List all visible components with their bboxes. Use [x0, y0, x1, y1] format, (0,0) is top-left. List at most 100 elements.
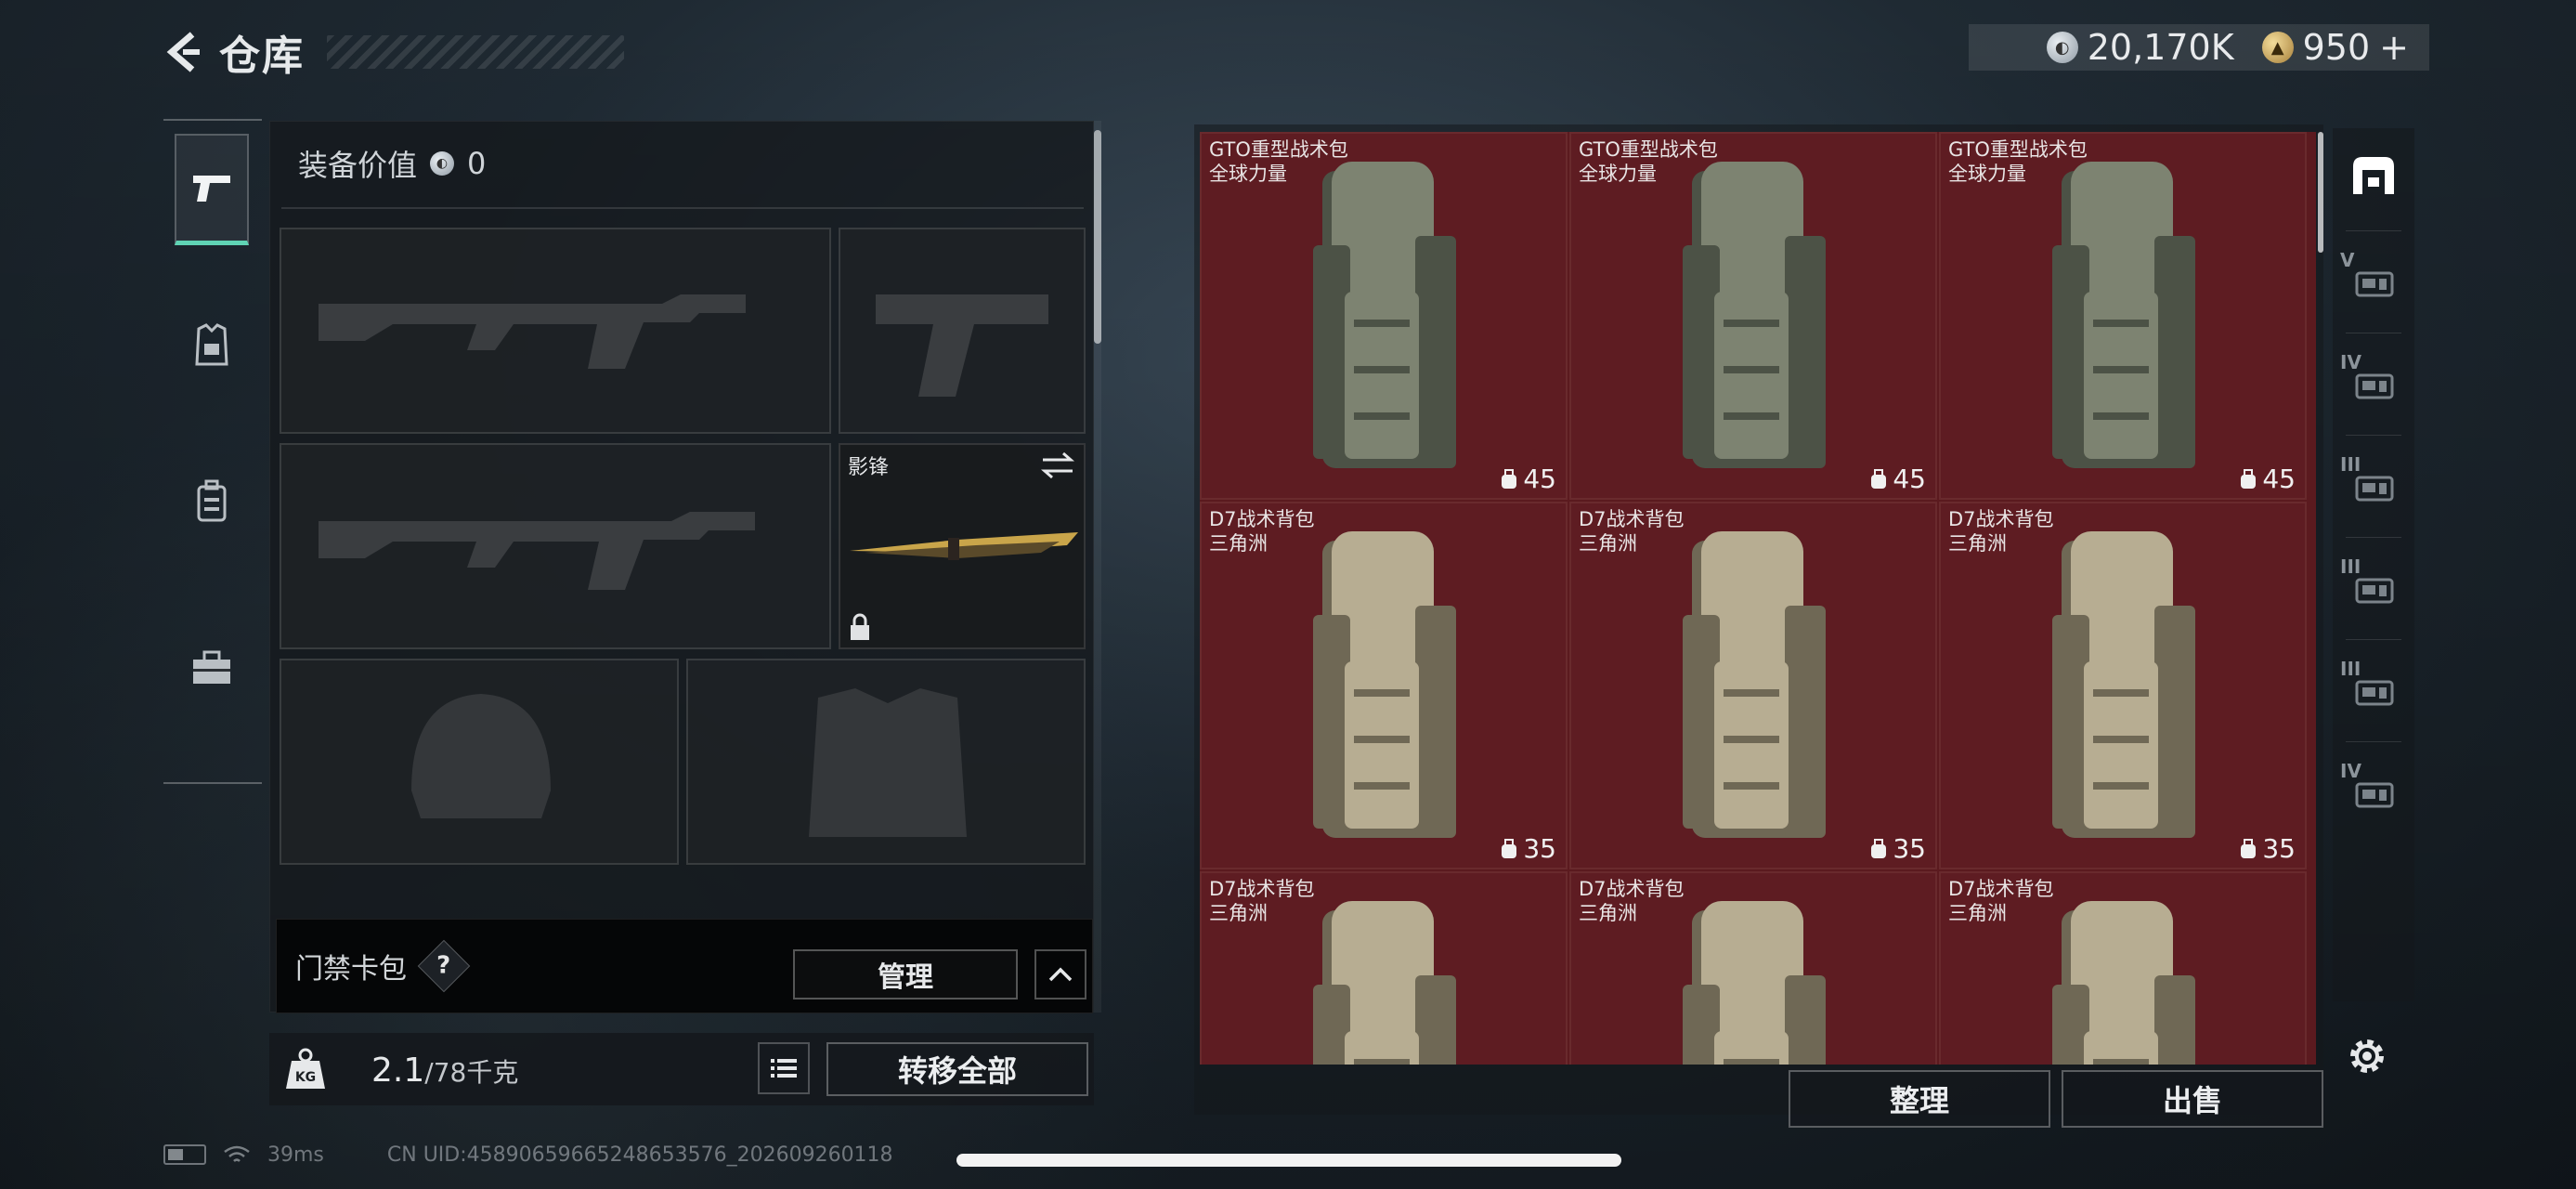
list-icon [771, 1059, 797, 1078]
storage-scrollbar-thumb[interactable] [2318, 132, 2323, 253]
gold-amount: 950 [2302, 27, 2371, 68]
settings-button[interactable] [2338, 1027, 2396, 1085]
collapse-button[interactable] [1034, 949, 1086, 1000]
item-brand: 全球力量 [1579, 163, 1657, 185]
storage-item-cell[interactable]: GTO重型战术包 全球力量 45 [1939, 132, 2307, 500]
item-capacity: 35 [1868, 833, 1926, 864]
storage-item-cell[interactable]: GTO重型战术包 全球力量 45 [1200, 132, 1568, 500]
gold-coin-icon: ▲ [2261, 32, 2294, 63]
pistol-slot[interactable] [839, 228, 1086, 434]
storage-item-cell[interactable]: D7战术背包 三角洲 [1939, 871, 2307, 1065]
item-capacity-value: 35 [1893, 833, 1926, 864]
toolbox-icon [193, 650, 230, 684]
filter-divider [2346, 537, 2401, 538]
keycard-case-bar: 门禁卡包 ? 管理 [276, 919, 1093, 1013]
capacity-bag-icon [1871, 468, 1887, 489]
secondary-weapon-slot[interactable] [280, 443, 831, 649]
item-capacity: 35 [1499, 833, 1556, 864]
transfer-all-button[interactable]: 转移全部 [826, 1042, 1088, 1096]
storage-item-cell[interactable]: GTO重型战术包 全球力量 45 [1569, 132, 1937, 500]
backpack-icon [2052, 901, 2195, 1065]
rail-item-weapons[interactable] [175, 134, 249, 245]
storage-grid: GTO重型战术包 全球力量 45 GTO重型战术包 全球力量 45 GTO重型战术包 全球力量… [1200, 132, 2316, 1065]
filter-level-iii-a[interactable]: III [2333, 440, 2414, 533]
storage-item-cell[interactable]: D7战术背包 三角洲 35 [1569, 502, 1937, 869]
help-button[interactable]: ? [417, 939, 471, 993]
rifle-silhouette-icon [319, 512, 755, 590]
weight-readout: 2.1/78千克 [371, 1052, 518, 1090]
item-brand: 三角洲 [1948, 532, 2007, 555]
backpack-icon [1683, 901, 1826, 1065]
chevron-up-icon [1048, 967, 1073, 982]
title-decoration [327, 35, 624, 69]
storage-item-cell[interactable]: D7战术背包 三角洲 [1569, 871, 1937, 1065]
knife-icon [850, 532, 1078, 560]
storage-item-cell[interactable]: D7战术背包 三角洲 [1200, 871, 1568, 1065]
equipment-category-icon [2355, 271, 2394, 297]
equipment-scrollbar-thumb[interactable] [1094, 130, 1101, 344]
item-name: GTO重型战术包 [1209, 138, 1348, 161]
rail-item-armor[interactable] [175, 290, 249, 401]
item-name: D7战术背包 [1948, 878, 2054, 900]
item-name: D7战术背包 [1209, 878, 1315, 900]
filter-divider [2346, 741, 2401, 742]
wifi-icon [224, 1145, 250, 1162]
filter-level-iv-b[interactable]: IV [2333, 747, 2414, 840]
list-view-button[interactable] [758, 1042, 810, 1094]
gold-plus[interactable]: + [2379, 27, 2409, 68]
item-brand: 三角洲 [1209, 532, 1268, 555]
storage-item-cell[interactable]: D7战术背包 三角洲 35 [1200, 502, 1568, 869]
lock-icon [851, 613, 869, 640]
backpack-icon [197, 479, 227, 522]
backpack-icon [1313, 162, 1456, 468]
manage-button[interactable]: 管理 [793, 949, 1018, 1000]
home-indicator[interactable] [956, 1154, 1621, 1167]
item-capacity-value: 45 [2262, 464, 2296, 494]
item-capacity: 35 [2238, 833, 2296, 864]
silver-coin-icon: ◐ [2046, 32, 2078, 63]
item-brand: 三角洲 [1209, 902, 1268, 924]
filter-level-label: III [2340, 555, 2361, 578]
backpack-icon [2052, 531, 2195, 838]
storage-item-cell[interactable]: D7战术背包 三角洲 35 [1939, 502, 2307, 869]
filter-level-label: III [2340, 453, 2361, 476]
divider [281, 207, 1084, 209]
header: 仓库 [158, 24, 624, 80]
filter-level-label: IV [2340, 351, 2361, 373]
filter-level-iv[interactable]: IV [2333, 338, 2414, 431]
filter-level-v[interactable]: V [2333, 236, 2414, 329]
rail-item-backpack[interactable] [175, 446, 249, 557]
filter-all[interactable] [2333, 128, 2414, 221]
backpack-icon [1683, 162, 1826, 468]
filter-level-iii-b[interactable]: III [2333, 542, 2414, 635]
pistol-silhouette-icon [876, 294, 1048, 397]
backpack-icon [1313, 901, 1456, 1065]
filter-divider [2346, 230, 2401, 231]
silver-currency: ◐ 20,170K [2046, 27, 2234, 68]
filter-level-iii-c[interactable]: III [2333, 645, 2414, 738]
item-capacity-value: 35 [2262, 833, 2296, 864]
filter-divider [2346, 639, 2401, 640]
armor-slot[interactable] [686, 659, 1086, 865]
helmet-slot[interactable] [280, 659, 679, 865]
back-button[interactable] [158, 26, 210, 78]
rifle-silhouette-icon [319, 294, 746, 369]
equipment-value-amount: 0 [467, 146, 487, 181]
melee-slot[interactable]: 影锋 [839, 443, 1086, 649]
item-brand: 全球力量 [1209, 163, 1287, 185]
weight-max: /78千克 [424, 1057, 519, 1088]
category-rail [163, 119, 262, 784]
primary-weapon-slot[interactable] [280, 228, 831, 434]
sell-button[interactable]: 出售 [2062, 1070, 2323, 1128]
gold-currency[interactable]: ▲ 950 + [2261, 27, 2409, 68]
rail-item-toolbox[interactable] [175, 613, 249, 725]
help-symbol: ? [436, 952, 451, 980]
item-capacity: 45 [1868, 464, 1926, 494]
sort-button[interactable]: 整理 [1789, 1070, 2050, 1128]
capacity-bag-icon [1871, 838, 1887, 858]
item-capacity: 45 [2238, 464, 2296, 494]
filter-rail: V IV III III III IV [2333, 128, 2414, 1001]
capacity-bag-icon [1502, 468, 1517, 489]
swap-icon[interactable] [1039, 451, 1076, 480]
filter-divider [2346, 435, 2401, 436]
